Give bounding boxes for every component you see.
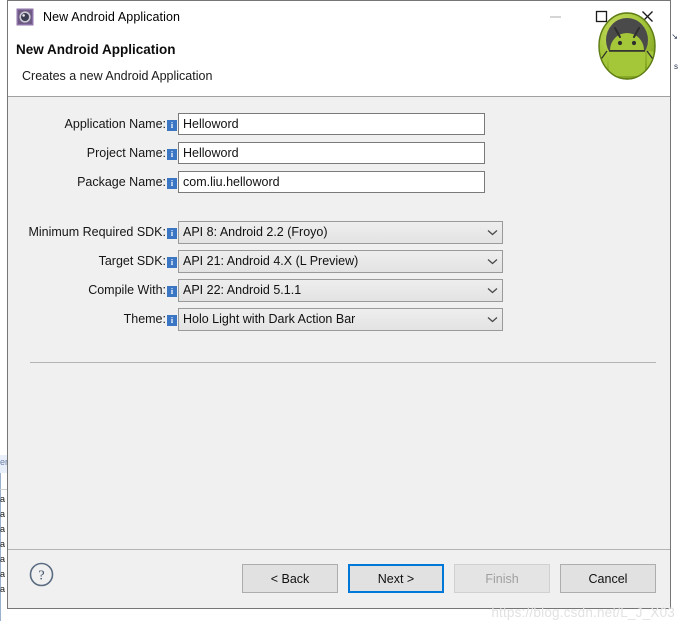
background-divider [0, 489, 7, 490]
chevron-down-icon [487, 312, 498, 326]
info-icon[interactable]: i [167, 285, 177, 297]
target-sdk-select[interactable]: API 21: Android 4.X (L Preview) [178, 249, 503, 273]
minimum-required-sdk-select[interactable]: API 8: Android 2.2 (Froyo) [178, 220, 503, 244]
compile-with-select[interactable]: API 22: Android 5.1.1 [178, 278, 503, 302]
new-android-application-dialog: New Android Application New Android Appl… [7, 0, 671, 609]
application-name-input[interactable]: Helloword [178, 113, 485, 135]
info-icon[interactable]: i [167, 314, 177, 326]
next-button[interactable]: Next > [348, 564, 444, 593]
header-title: New Android Application [16, 42, 176, 57]
dialog-content: Application Name: i Helloword Project Na… [8, 97, 670, 549]
info-icon[interactable]: i [167, 119, 177, 131]
form-row-application-name: Application Name: i Helloword [8, 112, 485, 136]
form-row-compile-with: Compile With: i API 22: Android 5.1.1 [8, 278, 503, 302]
chevron-down-icon [487, 254, 498, 268]
finish-button: Finish [454, 564, 550, 593]
form-row-minimum-required-sdk: Minimum Required SDK: i API 8: Android 2… [8, 220, 503, 244]
form-row-package-name: Package Name: i com.liu.helloword [8, 170, 485, 194]
info-icon[interactable]: i [167, 177, 177, 189]
compile-with-value: API 22: Android 5.1.1 [183, 283, 302, 297]
android-settings-icon [16, 8, 34, 26]
background-right-edge [671, 0, 679, 621]
label-application-name: Application Name: [64, 117, 166, 131]
minimize-button[interactable] [532, 1, 578, 32]
form-row-theme: Theme: i Holo Light with Dark Action Bar [8, 307, 503, 331]
dialog-header: New Android Application Creates a new An… [8, 12, 670, 97]
label-theme: Theme: [123, 312, 166, 326]
form-row-project-name: Project Name: i Helloword [8, 141, 485, 165]
window-title: New Android Application [43, 9, 181, 24]
title-bar[interactable]: New Android Application [8, 1, 670, 32]
back-button[interactable]: < Back [242, 564, 338, 593]
chevron-down-icon [487, 283, 498, 297]
form-row-target-sdk: Target SDK: i API 21: Android 4.X (L Pre… [8, 249, 503, 273]
resize-arrow-icon: ↘ [671, 32, 678, 41]
package-name-input[interactable]: com.liu.helloword [178, 171, 485, 193]
label-project-name: Project Name: [86, 146, 166, 160]
minimum-required-sdk-value: API 8: Android 2.2 (Froyo) [183, 225, 328, 239]
cancel-button[interactable]: Cancel [560, 564, 656, 593]
label-minimum-required-sdk: Minimum Required SDK: [28, 225, 166, 239]
background-upper-pane [0, 0, 7, 455]
label-package-name: Package Name: [77, 175, 166, 189]
target-sdk-value: API 21: Android 4.X (L Preview) [183, 254, 359, 268]
info-icon[interactable]: i [167, 227, 177, 239]
background-left-label: er [0, 457, 7, 467]
label-target-sdk: Target SDK: [98, 254, 166, 268]
info-icon[interactable]: i [167, 256, 177, 268]
content-separator [30, 362, 656, 363]
theme-value: Holo Light with Dark Action Bar [183, 312, 356, 326]
label-compile-with: Compile With: [88, 283, 166, 297]
info-icon[interactable]: i [167, 148, 177, 160]
android-robot-logo [596, 10, 658, 82]
help-icon[interactable]: ? [29, 562, 54, 587]
footer-buttons: < Back Next > Finish Cancel [242, 564, 656, 593]
background-right-letter: s [674, 62, 678, 71]
dialog-footer: ? < Back Next > Finish Cancel [8, 549, 670, 608]
header-subtitle: Creates a new Android Application [22, 69, 213, 83]
background-left-code-lines: aaaaaaa [0, 494, 6, 594]
chevron-down-icon [487, 225, 498, 239]
svg-text:?: ? [38, 569, 44, 584]
theme-select[interactable]: Holo Light with Dark Action Bar [178, 307, 503, 331]
project-name-input[interactable]: Helloword [178, 142, 485, 164]
